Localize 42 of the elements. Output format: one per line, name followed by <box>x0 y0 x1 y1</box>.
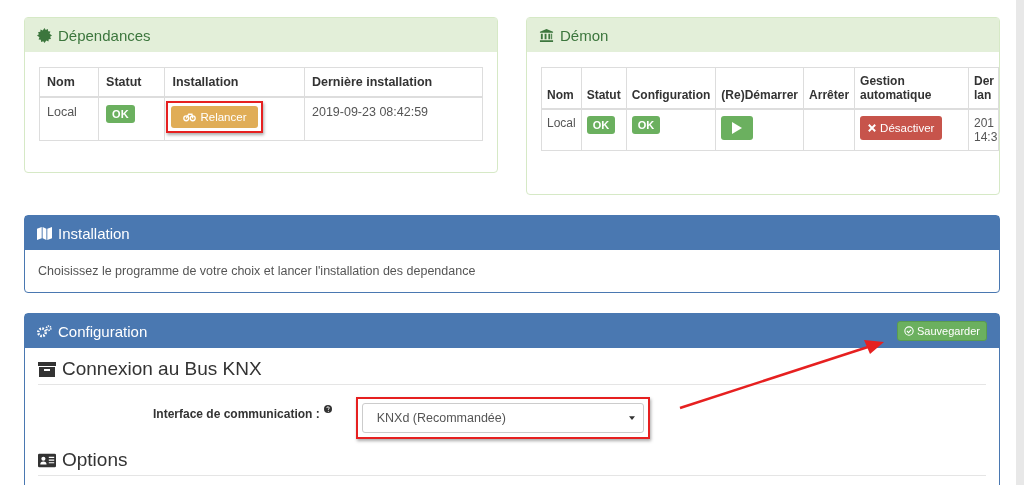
id-card-icon <box>38 452 56 468</box>
gear-icon <box>37 27 52 43</box>
table-cell: 2019-09-23 08:42:59 <box>304 97 483 141</box>
column-header: Configuration <box>626 67 716 109</box>
column-header: Dernière installation <box>304 67 483 97</box>
caret-icon <box>628 416 635 420</box>
section-title: Connexion au Bus KNX <box>62 358 262 380</box>
panel-title: Dépendances <box>58 26 151 44</box>
status-label: OK <box>586 116 616 134</box>
interface-select[interactable]: KNXd (Recommandée) <box>361 403 644 433</box>
status-label: OK <box>631 116 661 134</box>
bank-icon <box>539 27 554 43</box>
status-label: OK <box>106 105 135 123</box>
play-icon <box>732 122 743 134</box>
column-header: Statut <box>581 67 627 109</box>
section-title: Options <box>62 449 128 471</box>
column-header: (Re)Démarrer <box>715 67 804 109</box>
gears-icon <box>37 323 52 339</box>
panel-title: Configuration <box>58 322 148 340</box>
column-header: Nom <box>39 67 99 97</box>
deactivate-button[interactable]: Désactiver <box>860 116 943 140</box>
column-header: Gestion automatique <box>854 67 969 109</box>
bicycle-icon <box>183 112 197 122</box>
archive-icon <box>38 361 56 377</box>
close-icon <box>868 124 877 132</box>
table-cell: Local <box>541 109 582 151</box>
column-header: Installation <box>164 67 305 97</box>
check-circle-icon <box>904 326 914 336</box>
panel-text: Choisissez le programme de votre choix et lancer l'installation des dependance <box>37 263 477 280</box>
table-cell: Local <box>39 97 99 141</box>
help-icon <box>323 405 332 413</box>
field-label: Interface de communication : <box>153 407 320 421</box>
panel-title: Installation <box>58 224 130 242</box>
panel-title: Démon <box>560 26 609 44</box>
map-icon <box>37 225 52 241</box>
table-cell: 201 14:3 <box>968 109 999 151</box>
column-header: Der lan <box>968 67 999 109</box>
column-header: Statut <box>98 67 165 97</box>
start-button[interactable] <box>721 116 754 140</box>
column-header: Arrêter <box>803 67 855 109</box>
column-header: Nom <box>541 67 582 109</box>
save-button[interactable]: Sauvegarder <box>897 321 987 341</box>
